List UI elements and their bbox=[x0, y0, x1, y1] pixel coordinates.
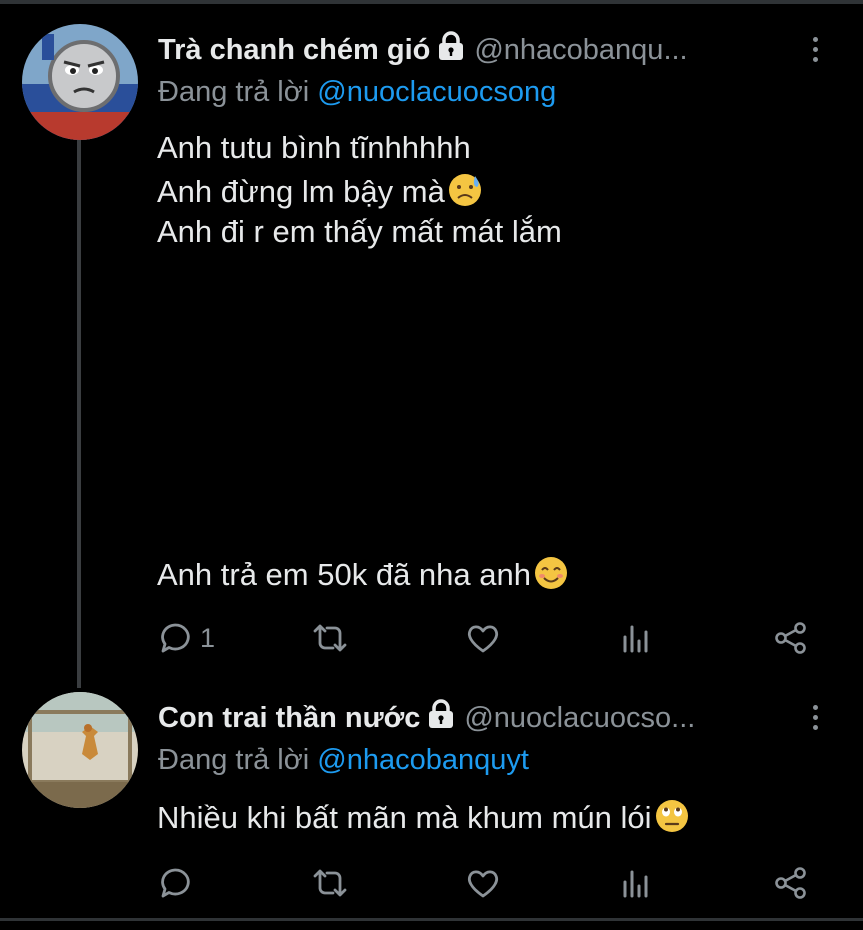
tweet-text: Anh trả em 50k đã nha anh bbox=[157, 557, 531, 592]
share-button[interactable] bbox=[774, 863, 808, 903]
lock-icon bbox=[426, 699, 456, 737]
like-button[interactable] bbox=[466, 618, 500, 658]
avatar[interactable] bbox=[22, 692, 138, 808]
retweet-button[interactable] bbox=[311, 863, 349, 903]
analytics-button[interactable] bbox=[621, 863, 651, 903]
replying-to: Đang trả lời @nhacobanquyt bbox=[158, 744, 529, 777]
reply-icon bbox=[161, 623, 190, 653]
tweet-text-line: Anh tutu bình tĩnhhhhh bbox=[157, 130, 471, 165]
reply-count: 1 bbox=[200, 622, 216, 653]
reply-button[interactable]: 1 bbox=[158, 618, 215, 658]
tweet-text-line: Anh trả em 50k đã nha anh bbox=[157, 555, 569, 593]
more-icon[interactable] bbox=[800, 29, 830, 69]
user-handle[interactable]: @nhacobanqu... bbox=[474, 34, 687, 67]
share-button[interactable] bbox=[774, 618, 808, 658]
bottom-divider bbox=[0, 918, 863, 921]
tweet-text: Anh đừng lm bậy mà bbox=[157, 174, 445, 209]
eye-roll-emoji-icon bbox=[655, 800, 688, 832]
mention-link[interactable]: @nuoclacuocsong bbox=[317, 76, 556, 108]
reply-icon bbox=[161, 868, 190, 898]
tweet-text-line: Nhiều khi bất mãn mà khum mún lói bbox=[157, 798, 690, 836]
retweet-icon bbox=[313, 624, 347, 652]
tweet-header: Trà chanh chém gió @nhacobanqu... bbox=[158, 30, 688, 70]
replying-to: Đang trả lời @nuoclacuocsong bbox=[158, 76, 556, 109]
sad-sweat-emoji-icon bbox=[448, 174, 481, 206]
display-name[interactable]: Trà chanh chém gió bbox=[158, 34, 430, 67]
tweet-actions: 1 bbox=[0, 618, 863, 658]
reply-button[interactable] bbox=[158, 863, 200, 903]
replying-to-label: Đang trả lời bbox=[158, 76, 310, 108]
retweet-icon bbox=[313, 869, 347, 897]
replying-to-label: Đang trả lời bbox=[158, 744, 310, 776]
smiling-emoji-icon bbox=[534, 557, 567, 589]
analytics-icon bbox=[623, 625, 648, 653]
tweet-text-line: Anh đừng lm bậy mà bbox=[157, 172, 483, 210]
share-icon bbox=[775, 622, 806, 654]
tweet-actions bbox=[0, 863, 863, 903]
more-icon[interactable] bbox=[800, 697, 830, 737]
top-divider bbox=[0, 0, 863, 4]
tweet-text-line: Anh đi r em thấy mất mát lắm bbox=[157, 214, 562, 249]
analytics-icon bbox=[623, 870, 648, 898]
like-icon bbox=[467, 625, 499, 653]
analytics-button[interactable] bbox=[621, 618, 651, 658]
tweet-text: Nhiều khi bất mãn mà khum mún lói bbox=[157, 800, 652, 835]
user-handle[interactable]: @nuoclacuocso... bbox=[464, 702, 695, 735]
retweet-button[interactable] bbox=[311, 618, 349, 658]
like-icon bbox=[467, 870, 499, 898]
thread-connector-line bbox=[77, 140, 81, 688]
tweet-header: Con trai thần nước @nuoclacuocso... bbox=[158, 698, 695, 738]
lock-icon bbox=[436, 31, 466, 69]
like-button[interactable] bbox=[466, 863, 500, 903]
avatar[interactable] bbox=[22, 24, 138, 140]
mention-link[interactable]: @nhacobanquyt bbox=[317, 744, 529, 776]
share-icon bbox=[775, 867, 806, 899]
display-name[interactable]: Con trai thần nước bbox=[158, 702, 420, 735]
